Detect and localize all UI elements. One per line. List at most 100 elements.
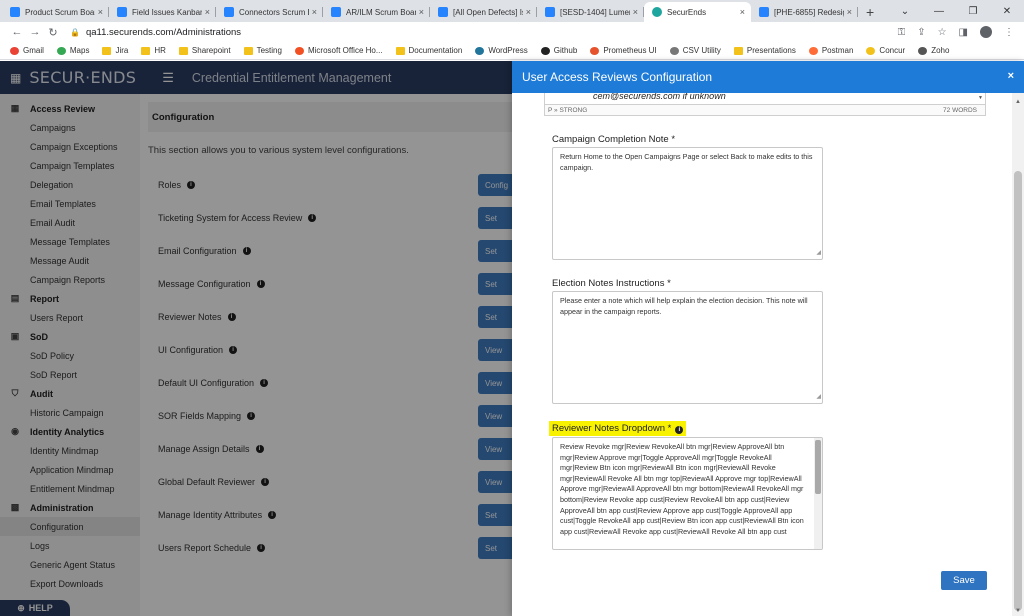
election-notes-textarea[interactable]: Please enter a note which will help expl…	[552, 291, 823, 404]
minimize-icon[interactable]: —	[922, 6, 956, 17]
bookmark-item[interactable]: Github	[540, 46, 578, 55]
sidepanel-icon[interactable]: ◨	[959, 27, 968, 38]
textarea-scrollbar[interactable]	[814, 438, 822, 549]
tab-title: [All Open Defects] Is	[453, 7, 523, 17]
url-field[interactable]: 🔒 qa11.securends.com/Administrations	[70, 27, 241, 38]
scroll-up-icon[interactable]: ▲	[1015, 99, 1021, 105]
star-icon[interactable]: ☆	[938, 27, 947, 38]
bookmark-label: Zoho	[931, 46, 950, 55]
lock-icon[interactable]: 🔒	[70, 28, 80, 37]
bookmark-item[interactable]: Maps	[56, 46, 89, 55]
tab-search-icon[interactable]: ⌄	[888, 6, 922, 17]
reviewer-notes-dropdown-label: Reviewer Notes Dropdown * i	[549, 421, 687, 436]
browser-tab[interactable]: SecurEnds ×	[644, 2, 751, 22]
forward-icon[interactable]: →	[26, 26, 44, 38]
bookmark-label: Documentation	[408, 46, 463, 55]
restore-icon[interactable]: ❐	[956, 6, 990, 17]
bookmark-label: Concur	[879, 46, 906, 55]
share-icon[interactable]: ⇪	[917, 27, 925, 38]
bookmark-item[interactable]: Zoho	[918, 46, 949, 55]
browser-tab[interactable]: Field Issues Kanban ×	[109, 2, 216, 22]
menu-dots-icon[interactable]: ⋮	[1004, 27, 1014, 38]
bookmark-item[interactable]: Documentation	[395, 46, 463, 55]
editor-scroll-down-icon[interactable]: ▼	[978, 95, 983, 101]
browser-tab[interactable]: [PHE-6855] Redesign ×	[751, 2, 858, 22]
reviewer-notes-dropdown-value: Review Revoke mgr|Review RevokeAll btn m…	[560, 442, 804, 536]
tab-close-icon[interactable]: ×	[419, 7, 424, 17]
bookmark-label: CSV Utility	[682, 46, 721, 55]
bookmark-item[interactable]: Presentations	[733, 46, 796, 55]
scroll-down-icon[interactable]: ▼	[1015, 608, 1021, 614]
key-icon[interactable]: ⚿	[898, 27, 906, 38]
wordpress-icon	[475, 46, 485, 55]
bookmark-item[interactable]: Testing	[243, 46, 282, 55]
tab-title: Product Scrum Board	[25, 7, 95, 17]
save-button[interactable]: Save	[941, 571, 987, 590]
election-notes-label: Election Notes Instructions *	[552, 278, 671, 289]
new-tab-button[interactable]: +	[866, 2, 874, 22]
tab-close-icon[interactable]: ×	[526, 7, 531, 17]
bookmark-item[interactable]: Concur	[866, 46, 905, 55]
browser-tab[interactable]: Connectors Scrum B ×	[216, 2, 323, 22]
file-icon	[669, 46, 679, 55]
address-bar: ← → ↻ 🔒 qa11.securends.com/Administratio…	[0, 22, 1024, 42]
tab-close-icon[interactable]: ×	[633, 7, 638, 17]
concur-icon	[866, 46, 876, 55]
profile-avatar[interactable]	[980, 26, 992, 38]
reload-icon[interactable]: ↻	[44, 26, 62, 39]
bookmark-item[interactable]: Sharepoint	[178, 46, 231, 55]
modal-backdrop[interactable]	[0, 61, 512, 616]
tab-close-icon[interactable]: ×	[740, 7, 745, 17]
bookmark-item[interactable]: Postman	[808, 46, 854, 55]
browser-tab[interactable]: Product Scrum Board ×	[2, 2, 109, 22]
close-icon[interactable]: ×	[1008, 70, 1014, 82]
bookmark-item[interactable]: Gmail	[10, 46, 44, 55]
tab-close-icon[interactable]: ×	[312, 7, 317, 17]
bookmark-item[interactable]: Jira	[102, 46, 128, 55]
bookmark-label: Github	[553, 46, 578, 55]
textarea-scroll-thumb[interactable]	[815, 440, 821, 494]
resize-grip-icon[interactable]: ◢	[816, 392, 821, 403]
folder-icon	[178, 46, 188, 55]
config-modal: User Access Reviews Configuration × cem@…	[512, 61, 1024, 616]
back-icon[interactable]: ←	[8, 26, 26, 38]
close-window-icon[interactable]: ✕	[990, 6, 1024, 17]
tab-title: SecurEnds	[667, 7, 707, 17]
bookmark-label: Postman	[821, 46, 854, 55]
bookmark-item[interactable]: Prometheus UI	[590, 46, 657, 55]
editor-path: P » STRONG	[548, 106, 588, 114]
editor-statusbar: P » STRONG 72 WORDS	[544, 105, 986, 116]
resize-grip-icon[interactable]: ◢	[816, 248, 821, 259]
bookmark-item[interactable]: HR	[141, 46, 166, 55]
bookmark-label: Prometheus UI	[603, 46, 657, 55]
jira-favicon-icon	[545, 7, 555, 17]
browser-tab[interactable]: [All Open Defects] Is ×	[430, 2, 537, 22]
url-text: qa11.securends.com/Administrations	[85, 26, 242, 38]
zoho-icon	[918, 46, 928, 55]
modal-scroll-thumb[interactable]	[1014, 171, 1022, 611]
window-controls: ⌄ — ❐ ✕	[888, 0, 1024, 22]
microsoft-icon	[294, 46, 304, 55]
election-notes-value: Please enter a note which will help expl…	[560, 296, 808, 316]
browser-tab[interactable]: AR/ILM Scrum Board ×	[323, 2, 430, 22]
folder-icon	[243, 46, 253, 55]
bookmark-label: Sharepoint	[191, 46, 231, 55]
bookmark-label: Testing	[256, 46, 282, 55]
completion-note-textarea[interactable]: Return Home to the Open Campaigns Page o…	[552, 147, 823, 260]
browser-tab[interactable]: [SESD-1404] Lumeric ×	[537, 2, 644, 22]
modal-body: cem@securends.com if unknown ▼ P » STRON…	[512, 93, 1012, 616]
tab-close-icon[interactable]: ×	[205, 7, 210, 17]
gmail-icon	[10, 46, 19, 55]
bookmark-item[interactable]: WordPress	[475, 46, 528, 55]
github-icon	[540, 46, 550, 55]
tab-close-icon[interactable]: ×	[847, 7, 852, 17]
modal-header: User Access Reviews Configuration ×	[512, 61, 1024, 93]
bookmark-item[interactable]: Microsoft Office Ho...	[294, 46, 383, 55]
jira-favicon-icon	[438, 7, 448, 17]
info-icon[interactable]: i	[675, 426, 684, 434]
tab-close-icon[interactable]: ×	[98, 7, 103, 17]
bookmark-item[interactable]: CSV Utility	[669, 46, 721, 55]
rich-text-editor[interactable]: cem@securends.com if unknown	[544, 93, 986, 105]
bookmark-label: HR	[154, 46, 166, 55]
reviewer-notes-dropdown-textarea[interactable]: Review Revoke mgr|Review RevokeAll btn m…	[552, 437, 823, 550]
